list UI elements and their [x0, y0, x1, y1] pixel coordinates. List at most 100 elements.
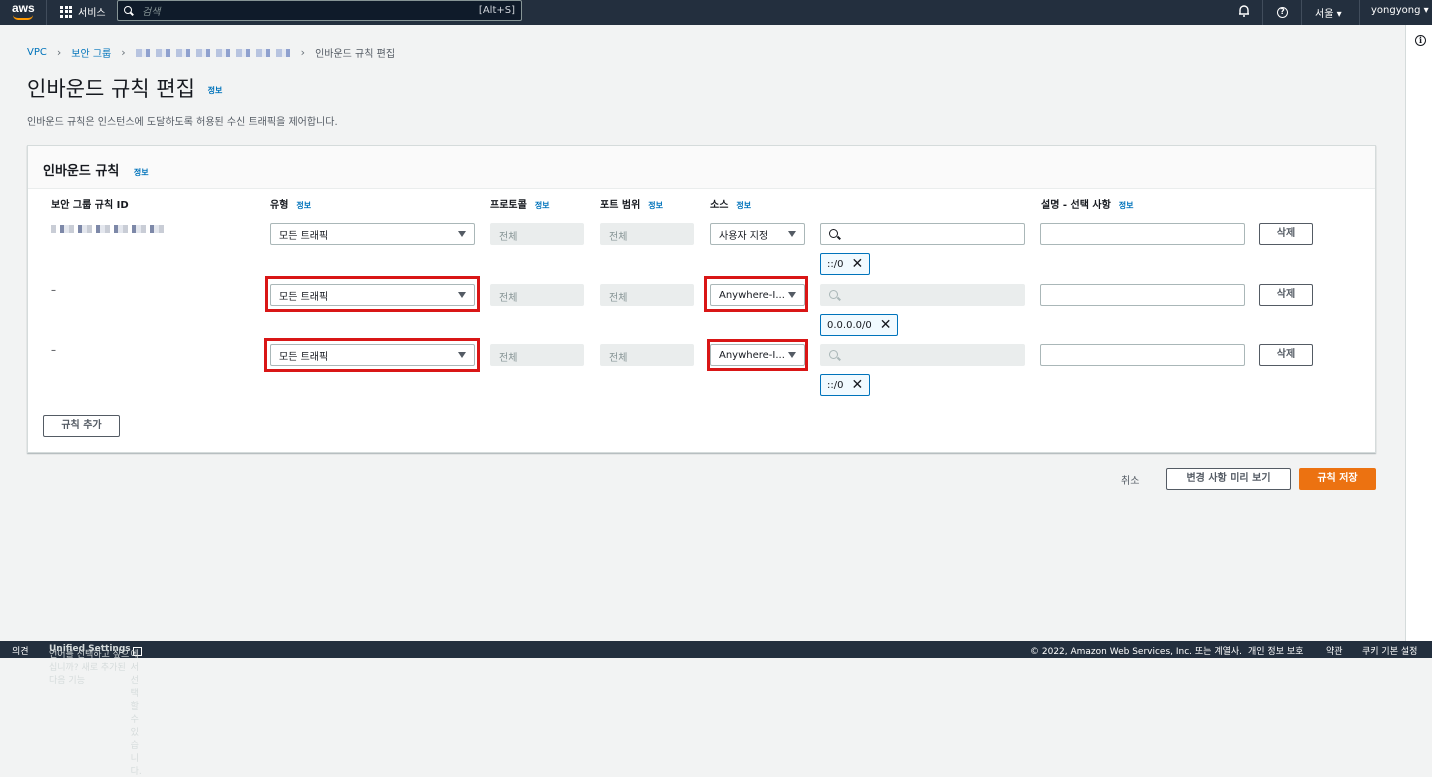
- region-selector[interactable]: 서울 ▾: [1315, 5, 1342, 20]
- col-protocol-label: 프로토콜: [490, 200, 527, 211]
- copyright: © 2022, Amazon Web Services, Inc. 또는 계열사…: [1030, 647, 1243, 657]
- col-description: 설명 - 선택 사항 정보: [1041, 196, 1134, 211]
- cidr-token: ::/0 ✕: [820, 253, 871, 275]
- close-icon[interactable]: ✕: [880, 318, 892, 332]
- protocol-field: 전체: [490, 223, 584, 245]
- breadcrumb-security-group-id-redacted[interactable]: [135, 48, 291, 57]
- services-menu-button[interactable]: 서비스: [60, 4, 106, 19]
- source-select-value: 사용자 지정: [719, 230, 769, 242]
- caret-down-icon: [788, 231, 796, 237]
- caret-down-icon: [458, 231, 466, 237]
- cidr-search-input[interactable]: [820, 223, 1025, 245]
- cancel-button[interactable]: 취소: [1121, 472, 1139, 487]
- cidr-token-value: 0.0.0.0/0: [827, 319, 872, 331]
- type-select[interactable]: 모든 트래픽: [270, 223, 475, 245]
- info-icon[interactable]: i: [1415, 35, 1426, 46]
- highlight-box: [707, 339, 808, 371]
- delete-rule-button[interactable]: 삭제: [1259, 344, 1313, 366]
- tools-panel-rail: i: [1405, 25, 1432, 641]
- cidr-token: 0.0.0.0/0 ✕: [820, 314, 899, 336]
- search-icon: [829, 290, 838, 299]
- col-type-info-link[interactable]: 정보: [296, 201, 311, 210]
- port-range-field: 전체: [600, 223, 694, 245]
- close-icon[interactable]: ✕: [851, 257, 863, 271]
- description-input[interactable]: [1040, 284, 1245, 306]
- col-port-label: 포트 범위: [600, 200, 641, 211]
- bell-icon[interactable]: [1238, 4, 1250, 20]
- source-select[interactable]: 사용자 지정: [710, 223, 805, 245]
- language-prompt-text: 언어를 선택하고 싶으십니까? 새로 추가된 다음 기능: [49, 650, 130, 686]
- cidr-token: ::/0 ✕: [820, 374, 871, 396]
- cidr-search-input: [820, 284, 1025, 306]
- col-type-label: 유형: [270, 200, 289, 211]
- delete-rule-button[interactable]: 삭제: [1259, 284, 1313, 306]
- preview-changes-button[interactable]: 변경 사항 미리 보기: [1166, 468, 1291, 490]
- protocol-field: 전체: [490, 344, 584, 366]
- port-range-field: 전체: [600, 344, 694, 366]
- divider: [1262, 0, 1263, 25]
- col-port-range: 포트 범위 정보: [600, 196, 663, 211]
- chevron-right-icon: ›: [121, 46, 126, 59]
- feedback-link[interactable]: 의견: [12, 644, 29, 657]
- page-title: 인바운드 규칙 편집 정보: [27, 73, 222, 103]
- breadcrumb-security-groups[interactable]: 보안 그룹: [71, 45, 111, 60]
- search-shortcut: [Alt+S]: [478, 5, 515, 16]
- account-menu[interactable]: yongyong ▾: [1371, 5, 1429, 16]
- col-source: 소스 정보: [710, 196, 751, 211]
- footer-bar: 의견 언어를 선택하고 싶으십니까? 새로 추가된 다음 기능 Unified S…: [0, 641, 1432, 777]
- language-prompt: 언어를 선택하고 싶으십니까? 새로 추가된 다음 기능 Unified Sett…: [49, 644, 142, 777]
- col-source-label: 소스: [710, 200, 729, 211]
- rule-id-redacted: [51, 225, 168, 236]
- divider: [1359, 0, 1360, 25]
- chevron-right-icon: ›: [300, 46, 306, 59]
- type-select-value: 모든 트래픽: [279, 230, 329, 242]
- search-input[interactable]: 검색 [Alt+S]: [117, 0, 522, 21]
- cookie-preferences-link[interactable]: 쿠키 기본 설정: [1362, 644, 1417, 657]
- protocol-field: 전체: [490, 284, 584, 306]
- highlight-box: [264, 338, 480, 372]
- chevron-right-icon: ›: [56, 46, 62, 59]
- card-info-link[interactable]: 정보: [134, 168, 149, 177]
- terms-link[interactable]: 약관: [1326, 644, 1343, 657]
- search-placeholder: 검색: [142, 7, 161, 18]
- breadcrumb: VPC › 보안 그룹 › › 인바운드 규칙 편집: [27, 45, 395, 60]
- help-glyph: ?: [1277, 7, 1288, 18]
- inbound-rules-card: 인바운드 규칙 정보 보안 그룹 규칙 ID 유형 정보 프로토콜 정보 포트 범위…: [27, 145, 1376, 453]
- col-port-info-link[interactable]: 정보: [648, 201, 663, 210]
- language-prompt-suffix: 에서 선택할 수 있습니다.: [130, 650, 142, 777]
- card-title: 인바운드 규칙: [43, 164, 120, 179]
- description-input[interactable]: [1040, 344, 1245, 366]
- divider: [1301, 0, 1302, 25]
- save-rules-button[interactable]: 규칙 저장: [1299, 468, 1376, 490]
- privacy-link[interactable]: 개인 정보 보호: [1248, 644, 1303, 657]
- col-description-info-link[interactable]: 정보: [1119, 201, 1134, 210]
- card-header: 인바운드 규칙 정보: [28, 146, 1375, 189]
- add-rule-button[interactable]: 규칙 추가: [43, 415, 120, 437]
- col-protocol-info-link[interactable]: 정보: [535, 201, 550, 210]
- highlight-box: [265, 276, 480, 312]
- help-icon[interactable]: ?: [1277, 6, 1288, 18]
- rule-id: –: [51, 285, 56, 296]
- aws-logo-smile: [13, 15, 33, 20]
- search-icon: [829, 350, 838, 359]
- col-source-info-link[interactable]: 정보: [736, 201, 751, 210]
- col-type: 유형 정보: [270, 196, 311, 211]
- highlight-box: [704, 276, 808, 312]
- port-range-field: 전체: [600, 284, 694, 306]
- grid-icon: [60, 5, 72, 18]
- rule-id: –: [51, 345, 56, 356]
- col-protocol: 프로토콜 정보: [490, 196, 550, 211]
- search-icon: [124, 5, 134, 16]
- page-description: 인바운드 규칙은 인스턴스에 도달하도록 허용된 수신 트래픽을 제어합니다.: [27, 117, 338, 128]
- close-icon[interactable]: ✕: [851, 378, 863, 392]
- description-input[interactable]: [1040, 223, 1245, 245]
- page-title-text: 인바운드 규칙 편집: [27, 77, 195, 101]
- aws-logo[interactable]: aws: [12, 1, 35, 15]
- search-icon: [829, 229, 838, 238]
- top-navigation-bar: aws 서비스 검색 [Alt+S] ? 서울 ▾ yongyong ▾: [0, 0, 1432, 25]
- breadcrumb-vpc[interactable]: VPC: [27, 47, 47, 58]
- col-rule-id: 보안 그룹 규칙 ID: [51, 200, 129, 211]
- delete-rule-button[interactable]: 삭제: [1259, 223, 1313, 245]
- page-info-link[interactable]: 정보: [208, 86, 223, 95]
- services-label: 서비스: [78, 8, 106, 19]
